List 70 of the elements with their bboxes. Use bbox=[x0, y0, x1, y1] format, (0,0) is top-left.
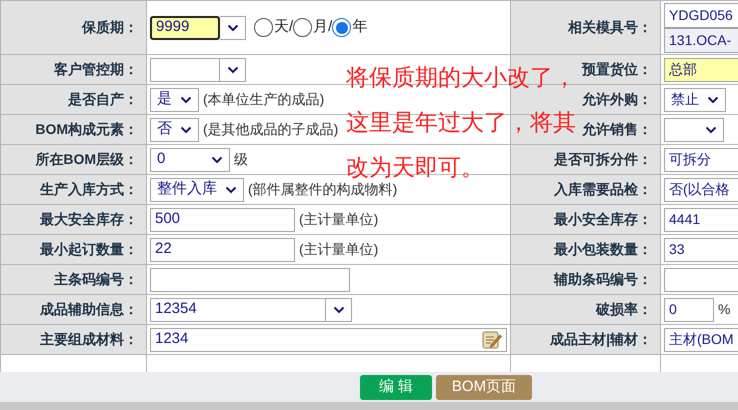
field-label: 是否可拆分件： bbox=[511, 145, 661, 175]
select-field[interactable]: 否 bbox=[150, 118, 199, 142]
annotation-text: 改为天即可。 bbox=[346, 156, 484, 179]
chevron-down-icon bbox=[707, 96, 719, 104]
text-input[interactable]: 4441 bbox=[664, 208, 738, 232]
text-input[interactable] bbox=[150, 58, 220, 82]
dropdown-button[interactable] bbox=[220, 58, 246, 82]
separator-text: / bbox=[328, 17, 332, 38]
dropdown-button[interactable] bbox=[326, 298, 352, 322]
radio-icon[interactable] bbox=[332, 18, 352, 37]
radio-option[interactable]: 月 bbox=[293, 16, 328, 39]
text-input[interactable]: 总部 bbox=[664, 58, 738, 82]
chevron-down-icon bbox=[211, 156, 223, 164]
chevron-down-icon bbox=[180, 126, 192, 134]
text-input[interactable]: 131.OCA- bbox=[664, 28, 738, 52]
text-input[interactable] bbox=[150, 268, 350, 292]
text-input[interactable]: 33 bbox=[664, 238, 738, 262]
chevron-down-icon bbox=[226, 24, 238, 32]
text-input[interactable]: YDGD056 bbox=[664, 2, 738, 28]
dropdown-button[interactable] bbox=[220, 16, 246, 40]
field-label: 是否自产： bbox=[1, 85, 147, 115]
text-input[interactable]: 9999 bbox=[150, 16, 220, 40]
field-label: 所在BOM层级： bbox=[1, 145, 147, 175]
radio-icon[interactable] bbox=[293, 18, 312, 37]
text-input[interactable]: 否(以合格 bbox=[664, 178, 738, 202]
field-label: 主要组成材料： bbox=[1, 325, 147, 355]
chevron-down-icon bbox=[180, 96, 192, 104]
separator-text: / bbox=[289, 17, 294, 38]
hint-text: 级 bbox=[234, 150, 248, 169]
field-label: 入库需要品检： bbox=[511, 175, 661, 205]
field-label: 主条码编号： bbox=[1, 265, 147, 295]
select-field[interactable]: 禁止 bbox=[664, 88, 726, 112]
field-label: 最小包装数量： bbox=[511, 235, 661, 265]
field-label: 最小起订数量： bbox=[1, 235, 147, 265]
field-label: 成品辅助信息： bbox=[1, 295, 147, 325]
field-label: 相关模具号： bbox=[511, 1, 661, 55]
chevron-down-icon bbox=[226, 66, 238, 74]
field-label: 辅助条码编号： bbox=[511, 265, 661, 295]
select-field[interactable]: 整件入库 bbox=[150, 178, 244, 202]
chevron-down-icon bbox=[705, 126, 717, 134]
field-label: 最小安全库存： bbox=[511, 205, 661, 235]
radio-icon[interactable] bbox=[254, 18, 273, 37]
field-label: BOM构成元素： bbox=[1, 115, 147, 145]
field-label: 成品主材|辅材： bbox=[511, 325, 661, 355]
radio-option[interactable]: 年 bbox=[332, 16, 368, 39]
hint-text: (本单位生产的成品) bbox=[203, 90, 324, 109]
text-input[interactable]: 500 bbox=[150, 208, 295, 232]
chevron-down-icon bbox=[225, 186, 237, 194]
field-label: 最大安全库存： bbox=[1, 205, 147, 235]
text-input[interactable]: 22 bbox=[150, 238, 295, 262]
hint-text: (是其他成品的子成品) bbox=[203, 120, 338, 139]
field-label: 客户管控期： bbox=[1, 55, 147, 85]
text-input[interactable]: 主材(BOM bbox=[664, 328, 738, 352]
chevron-down-icon bbox=[332, 306, 344, 314]
text-input[interactable]: 12354 bbox=[150, 298, 326, 322]
select-field[interactable]: 0 bbox=[150, 148, 230, 172]
field-label: 破损率： bbox=[511, 295, 661, 325]
radio-option[interactable]: 天 bbox=[254, 16, 289, 39]
text-input[interactable]: 1234 bbox=[150, 328, 507, 352]
notepad-pencil-icon[interactable] bbox=[482, 330, 502, 350]
select-field[interactable] bbox=[664, 118, 724, 142]
hint-text: % bbox=[718, 300, 730, 319]
field-label: 保质期： bbox=[1, 1, 147, 55]
field-label: 生产入库方式： bbox=[1, 175, 147, 205]
select-field[interactable]: 是 bbox=[150, 88, 199, 112]
hint-text: (主计量单位) bbox=[299, 240, 378, 259]
text-input[interactable]: 0 bbox=[664, 298, 714, 322]
text-input[interactable]: 可拆分 bbox=[664, 148, 738, 172]
hint-text: (主计量单位) bbox=[299, 210, 378, 229]
hint-text: (部件属整件的构成物料) bbox=[248, 180, 398, 199]
